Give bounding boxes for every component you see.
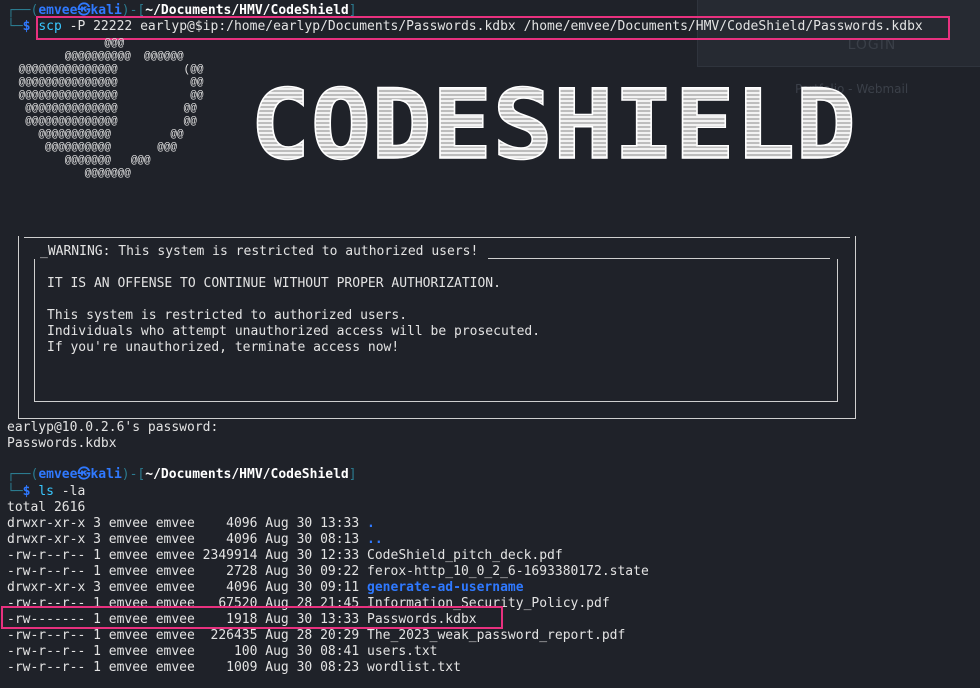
ls-row-meta: drwxr-xr-x 3 emvee emvee 4096 Aug 30 08:… bbox=[7, 532, 368, 547]
ls-row: drwxr-xr-x 3 emvee emvee 4096 Aug 30 08:… bbox=[7, 532, 383, 548]
prompt-header-2: ┌──(emvee㉿kali)-[~/Documents/HMV/CodeShi… bbox=[7, 467, 357, 482]
ls-row: -rw-r--r-- 1 emvee emvee 2349914 Aug 30 … bbox=[7, 548, 563, 564]
prompt-user: emvee bbox=[38, 467, 78, 482]
ls-row-file-name: ferox-http_10_0_2_6-1693380172.state bbox=[367, 564, 649, 579]
ls-command-line: └─$ ls -la bbox=[7, 484, 86, 499]
ls-row-dir-name: generate-ad-username bbox=[367, 580, 524, 595]
ls-command-args: -la bbox=[61, 484, 86, 499]
ls-row-meta: -rw-r--r-- 1 emvee emvee 1009 Aug 30 08:… bbox=[7, 660, 368, 675]
warning-title: _WARNING: This system is restricted to a… bbox=[40, 244, 479, 259]
ls-command-name: ls bbox=[38, 484, 54, 499]
warning-line-2: This system is restricted to authorized … bbox=[47, 308, 408, 323]
ls-row: -rw-r--r-- 1 emvee emvee 2728 Aug 30 09:… bbox=[7, 564, 649, 580]
ls-row-meta: -rw-r--r-- 1 emvee emvee 226435 Aug 28 2… bbox=[7, 628, 368, 643]
scp-highlight-box bbox=[36, 16, 950, 40]
ls-row: drwxr-xr-x 3 emvee emvee 4096 Aug 30 09:… bbox=[7, 580, 524, 596]
codeshield-title: CODESHIELD bbox=[250, 80, 856, 172]
ls-row: -rw-r--r-- 1 emvee emvee 1009 Aug 30 08:… bbox=[7, 660, 461, 676]
prompt-path: ~/Documents/HMV/CodeShield bbox=[145, 467, 349, 482]
ls-row-meta: drwxr-xr-x 3 emvee emvee 4096 Aug 30 13:… bbox=[7, 516, 368, 531]
ls-row: -rw-r--r-- 1 emvee emvee 226435 Aug 28 2… bbox=[7, 628, 625, 644]
warning-line-4: If you're unauthorized, terminate access… bbox=[47, 340, 400, 355]
warning-title-rule bbox=[488, 258, 830, 259]
ls-row-dir-name: . bbox=[367, 516, 375, 531]
ls-row-meta: -rw-r--r-- 1 emvee emvee 2728 Aug 30 09:… bbox=[7, 564, 368, 579]
ls-row-file-name: wordlist.txt bbox=[367, 660, 461, 675]
ls-row-file-name: CodeShield_pitch_deck.pdf bbox=[367, 548, 563, 563]
ls-row-file-name: The_2023_weak_password_report.pdf bbox=[367, 628, 626, 643]
password-prompt: earlyp@10.0.2.6's password: bbox=[7, 420, 219, 435]
ls-row: drwxr-xr-x 3 emvee emvee 4096 Aug 30 13:… bbox=[7, 516, 375, 532]
ls-total: total 2616 bbox=[7, 500, 86, 515]
skull-icon: ㉿ bbox=[77, 467, 91, 482]
transfer-output: Passwords.kdbx bbox=[7, 436, 117, 451]
prompt-host: kali bbox=[90, 467, 122, 482]
passwords-highlight-box bbox=[1, 606, 503, 629]
ascii-logo: @@@ @@@@@@@@@@ @@@@@@ @@@@@@@@@@@@@@@ (@… bbox=[18, 38, 204, 180]
warning-line-1: IT IS AN OFFENSE TO CONTINUE WITHOUT PRO… bbox=[47, 276, 501, 291]
ls-row: -rw-r--r-- 1 emvee emvee 100 Aug 30 08:4… bbox=[7, 644, 437, 660]
warning-line-3: Individuals who attempt unauthorized acc… bbox=[47, 324, 541, 339]
ls-row-file-name: users.txt bbox=[367, 644, 438, 659]
ls-row-dir-name: .. bbox=[367, 532, 383, 547]
codeshield-banner: CODESHIELD bbox=[250, 80, 857, 172]
ls-row-meta: -rw-r--r-- 1 emvee emvee 100 Aug 30 08:4… bbox=[7, 644, 368, 659]
ls-row-meta: -rw-r--r-- 1 emvee emvee 2349914 Aug 30 … bbox=[7, 548, 368, 563]
ls-row-meta: drwxr-xr-x 3 emvee emvee 4096 Aug 30 09:… bbox=[7, 580, 368, 595]
